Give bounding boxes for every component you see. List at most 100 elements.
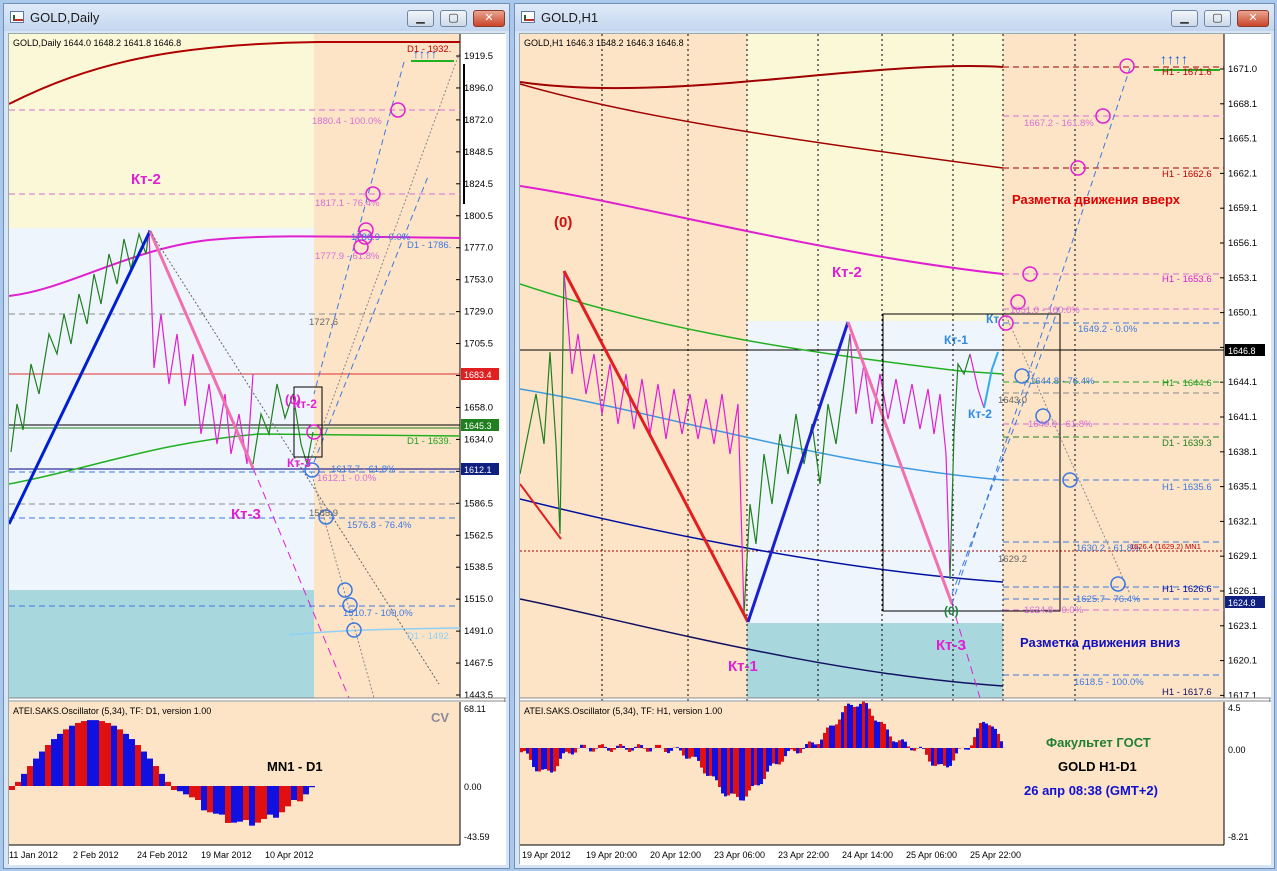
histogram-bar [123,733,129,786]
histogram-bar [568,748,571,754]
histogram-bar [63,729,69,786]
histogram-bar [967,748,970,750]
histogram-bar [757,748,760,786]
histogram-bar [153,766,159,786]
histogram-bar [231,786,237,823]
histogram-bar [829,725,832,748]
histogram-bar [165,781,171,786]
histogram-bar [249,786,255,826]
price-tag-1624: 1624.8 [1228,598,1256,608]
histogram-bar [709,748,712,776]
maximize-button[interactable]: ▢ [440,10,467,27]
symbol-timeframe-label: GOLD H1-D1 [1058,759,1137,774]
level-d1-1639: D1 - 1639.3 [1162,438,1212,449]
x-tick-2: 24 Feb 2012 [137,850,188,860]
histogram-bar [976,728,979,748]
histogram-bar [634,746,637,748]
close-button[interactable]: ✕ [1237,10,1269,27]
x-tick-1: 2 Feb 2012 [73,850,119,860]
histogram-bar [760,748,763,785]
histogram-bar [682,748,685,756]
histogram-bar [159,773,165,786]
title-bar[interactable]: GOLD,Daily ▁ ▢ ✕ [4,4,509,31]
histogram-bar [940,748,943,765]
histogram-bar [922,748,925,749]
y-tick-label: 1848.5 [464,147,493,158]
histogram-bar [574,748,577,753]
x-tick-3: 23 Apr 06:00 [714,850,765,860]
fibo-1727: 1727.6 [309,317,338,328]
label-kt1: Кт-1 [728,658,758,675]
label-kt-partial: Кт [986,312,999,326]
histogram-bar [904,741,907,748]
histogram-bar [847,703,850,748]
histogram-bar [823,732,826,748]
fibo-1667: 1667.2 - 161.8% [1024,118,1094,129]
x-tick-2: 20 Apr 12:00 [650,850,701,860]
h1-chart-window[interactable]: GOLD,H1 ▁ ▢ ✕ 1671.0 1668.1 1665.1 1662.1 16… [514,3,1275,869]
label-kt2: Кт-2 [832,264,862,281]
histogram-bar [739,748,742,801]
minimize-button[interactable]: ▁ [407,10,434,27]
chart-area[interactable]: 1919.5 1896.0 1872.0 1848.5 1824.5 1800.5 1777… [8,33,506,865]
histogram-bar [628,748,631,752]
level-h1-1671: H1 - 1671.6 [1162,67,1212,78]
histogram-bar [529,748,532,760]
histogram-bar [955,748,958,754]
timestamp-label: 26 апр 08:38 (GMT+2) [1024,783,1158,798]
histogram-bar [730,748,733,794]
histogram-bar [39,751,45,786]
histogram-bar [141,751,147,786]
osc-tick-zero: 0.00 [1228,745,1246,755]
label-kt3-small: Кт-3 [287,456,311,470]
chart-area[interactable]: 1671.0 1668.1 1665.1 1662.1 1659.1 1656.1 1653… [519,33,1271,865]
oscillator-title: ATEI.SAKS.Oscillator (5,34), TF: H1, ver… [524,706,722,716]
histogram-bar [751,748,754,787]
histogram-bar [219,786,225,815]
y-tick-label: 1705.5 [464,339,493,350]
fibo-1651: 1651.0 - 100.0% [1010,305,1080,316]
maximize-button[interactable]: ▢ [1204,10,1231,27]
histogram-bar [811,742,814,748]
histogram-bar [886,729,889,748]
chart-icon [10,11,24,23]
histogram-bar [613,748,616,750]
histogram-bar [691,748,694,757]
target-arrows: ↑↑↑↑ [1160,51,1188,67]
histogram-bar [285,786,291,807]
close-button[interactable]: ✕ [473,10,505,27]
label-kt2-small: Кт-2 [293,397,317,411]
histogram-bar [871,715,874,748]
y-tick-label: 1896.0 [464,83,493,94]
y-tick-label: 1729.0 [464,307,493,318]
histogram-bar [147,758,153,786]
y-tick-label: 1623.1 [1228,621,1257,632]
label-kt2: Кт-2 [131,171,161,188]
fibo-1629: 1629.2 [998,554,1027,565]
histogram-bar [781,748,784,762]
histogram-bar [601,744,604,748]
osc-tick-bottom: -8.21 [1228,832,1249,842]
histogram-bar [721,748,724,794]
title-bar[interactable]: GOLD,H1 ▁ ▢ ✕ [515,4,1274,31]
histogram-bar [526,748,529,754]
histogram-bar [520,748,523,753]
histogram-bar [607,748,610,751]
window-title: GOLD,H1 [541,10,599,25]
y-tick-label: 1665.1 [1228,134,1257,145]
y-tick-label: 1671.0 [1228,64,1257,75]
histogram-bar [688,748,691,759]
minimize-button[interactable]: ▁ [1171,10,1198,27]
histogram-bar [619,744,622,748]
y-tick-label: 1644.1 [1228,377,1257,388]
x-tick-0: 11 Jan 2012 [9,850,58,860]
histogram-bar [703,748,706,774]
chart-icon [521,11,535,23]
histogram-bar [988,725,991,748]
histogram-bar [982,721,985,748]
histogram-bar [805,744,808,748]
histogram-bar [919,746,922,748]
histogram-bar [826,727,829,748]
histogram-bar [664,748,667,752]
daily-chart-window[interactable]: GOLD,Daily ▁ ▢ ✕ 1919.5 1896.0 1872.0 1848.… [3,3,510,869]
